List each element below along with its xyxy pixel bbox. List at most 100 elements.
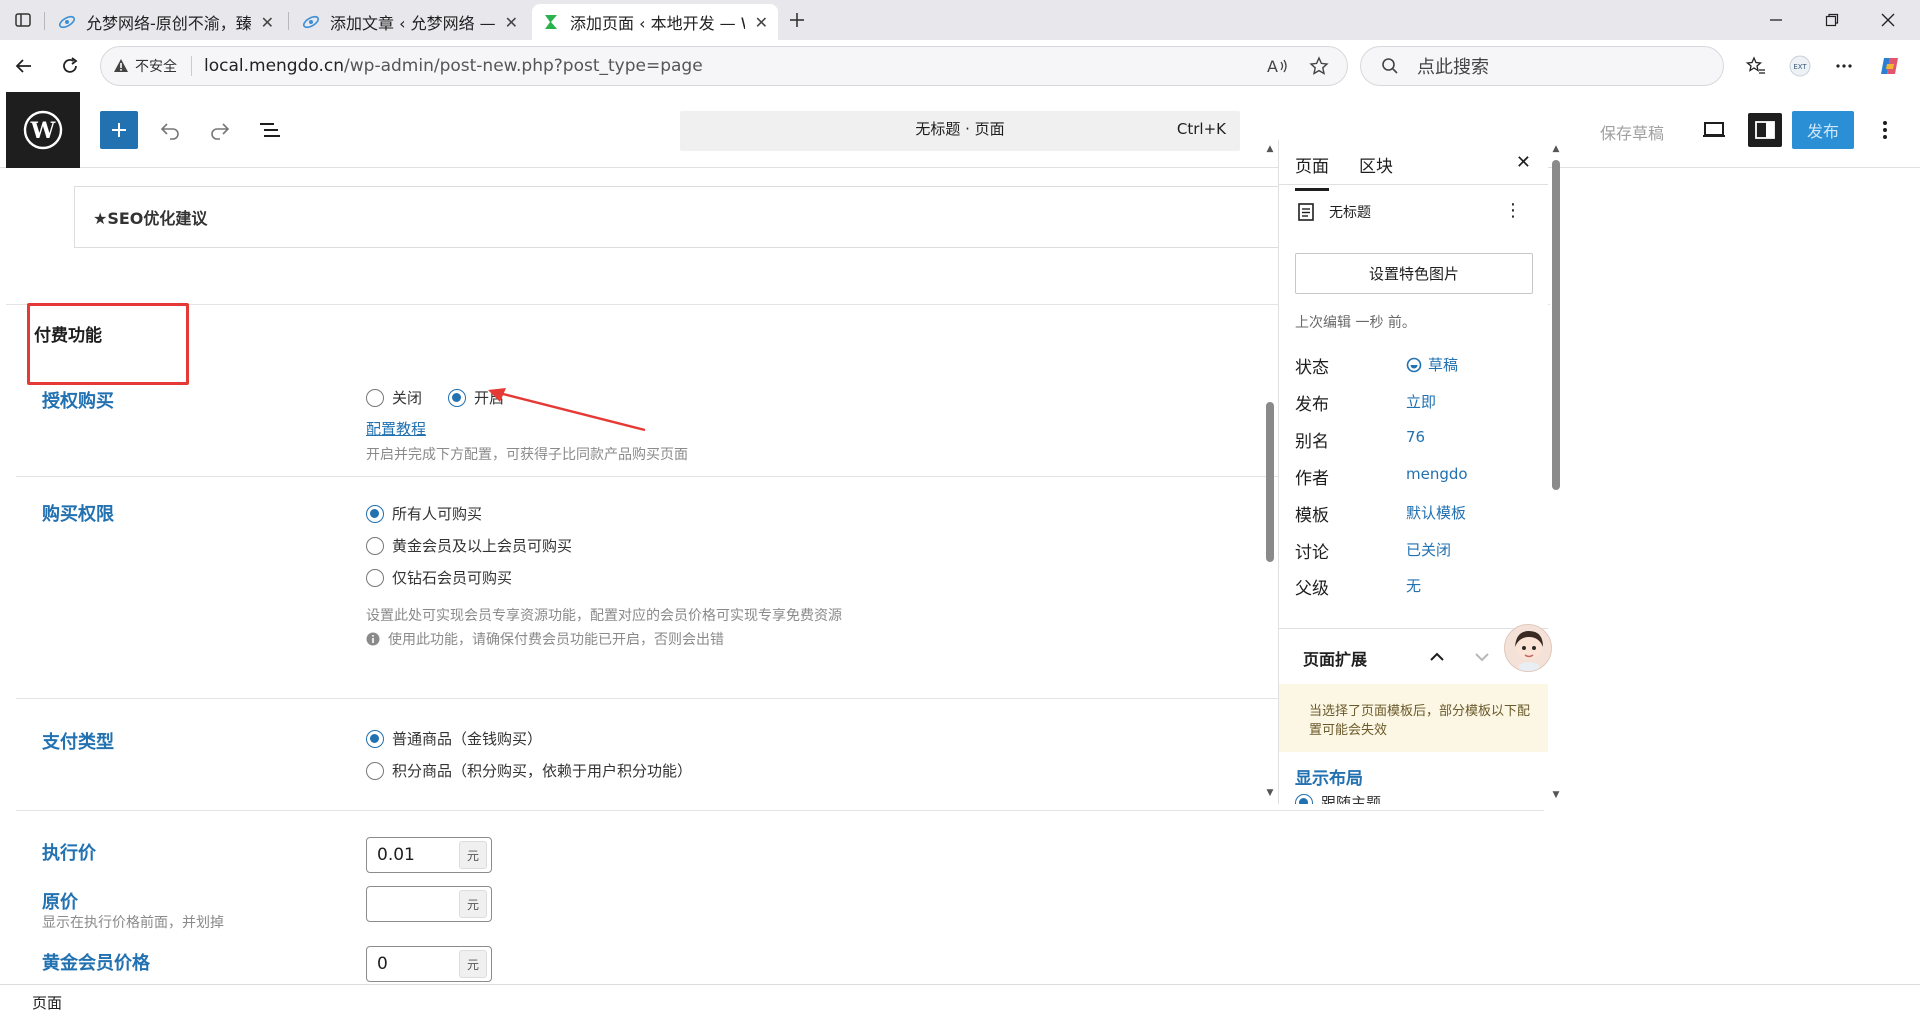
tab-page[interactable]: 页面 [1295,152,1329,191]
draft-status-icon [1406,357,1422,372]
command-palette-bar[interactable]: 无标题 · 页面 Ctrl+K [680,111,1240,151]
read-aloud-icon[interactable]: A [1267,56,1289,80]
content-scrollbar[interactable]: ▲ ▼ [1264,140,1276,802]
radio-checked-icon [1295,793,1313,804]
close-window-icon[interactable] [1876,8,1900,32]
highlight-annotation-box [27,303,189,385]
price-input[interactable]: 0.01 元 [366,837,492,873]
search-icon [1382,58,1398,74]
address-bar[interactable]: 不安全 local.mengdo.cn /wp-admin/post-new.p… [100,46,1348,86]
config-tutorial-link[interactable]: 配置教程 [366,418,426,439]
preview-icon[interactable] [1699,115,1729,145]
tab-separator [288,12,289,30]
breadcrumb-page[interactable]: 页面 [32,992,62,1013]
parent-value[interactable]: 无 [1406,575,1421,596]
scroll-down-icon[interactable]: ▼ [1264,788,1276,798]
info-icon [366,632,380,646]
template-key: 模板 [1295,506,1329,526]
original-price-input[interactable]: 元 [366,886,492,922]
close-tab-icon[interactable]: ✕ [505,13,518,32]
back-icon[interactable] [10,52,38,80]
restore-icon[interactable] [1820,8,1844,32]
scroll-down-icon[interactable]: ▼ [1550,790,1562,800]
permission-everyone-radio[interactable]: 所有人可购买 [366,503,482,524]
more-options-icon[interactable] [1830,52,1858,80]
url-host: local.mengdo.cn [204,56,345,76]
doc-actions-kebab-icon[interactable]: ⋮ [1504,200,1522,221]
close-tab-icon[interactable]: ✕ [755,13,768,32]
copilot-icon[interactable] [1876,52,1904,80]
undo-icon[interactable] [155,115,185,145]
gold-price-value: 0 [377,954,388,974]
extension-icon[interactable]: EXT [1786,52,1814,80]
author-value[interactable]: mengdo [1406,465,1468,483]
permission-diamond-radio[interactable]: 仅钻石会员可购买 [366,567,512,588]
redo-icon[interactable] [205,115,235,145]
scrollbar-thumb[interactable] [1552,160,1560,490]
doc-title: 无标题 [1329,205,1371,221]
add-block-button[interactable] [100,111,138,149]
browser-tab-2[interactable]: 添加文章 ‹ 允梦网络 — WordPress ✕ [292,4,528,40]
extension-down-icon[interactable] [1471,646,1493,668]
radio-label: 黄金会员及以上会员可购买 [392,537,573,555]
authorize-off-radio[interactable]: 关闭 [366,387,422,408]
close-sidebar-icon[interactable]: ✕ [1516,152,1531,173]
set-featured-image-button[interactable]: 设置特色图片 [1295,253,1533,294]
currency-unit: 元 [459,950,487,978]
tab-title: 添加页面 ‹ 本地开发 — WordPress [570,14,745,33]
document-overview-icon[interactable] [255,115,285,145]
browser-tab-1[interactable]: 允梦网络-原创不渝，臻求尽美! ✕ [48,4,284,40]
sidebar-scrollbar[interactable]: ▲ ▼ [1550,140,1562,804]
browser-tab-3-active[interactable]: 添加页面 ‹ 本地开发 — WordPress ✕ [532,4,778,40]
new-tab-icon[interactable] [784,7,810,33]
permission-warning: 使用此功能，请确保付费会员功能已开启，否则会出错 [366,629,724,649]
layout-follow-theme-radio[interactable]: 跟随主题 [1295,792,1381,804]
favorites-icon[interactable] [1742,52,1770,80]
scrollbar-thumb[interactable] [1266,402,1274,562]
tab-separator [44,12,45,30]
tab-block[interactable]: 区块 [1359,152,1393,177]
document-title: 无标题 · 页面 [915,120,1005,138]
scroll-up-icon[interactable]: ▲ [1550,144,1562,154]
authorize-purchase-label: 授权购买 [42,391,114,412]
options-kebab-icon[interactable] [1870,115,1900,145]
browser-search-box[interactable]: 点此搜索 [1360,46,1724,86]
price-label: 执行价 [42,843,96,864]
parent-key: 父级 [1295,579,1329,599]
refresh-icon[interactable] [56,52,84,80]
page-icon [1298,203,1314,221]
discussion-value[interactable]: 已关闭 [1406,539,1451,560]
gold-member-price-label: 黄金会员价格 [42,953,150,974]
pay-type-points-radio[interactable]: 积分商品（积分购买，依赖于用户积分功能） [366,760,692,781]
radio-checked-icon [366,729,384,748]
insecure-label: 不安全 [135,59,177,75]
extension-up-icon[interactable] [1426,646,1448,668]
permission-gold-radio[interactable]: 黄金会员及以上会员可购买 [366,535,572,556]
template-value[interactable]: 默认模板 [1406,502,1466,523]
settings-sidebar: 页面 区块 ✕ 无标题 ⋮ 设置特色图片 上次编辑 一秒 前。 状态 草稿 发布… [1278,140,1548,804]
gold-price-input[interactable]: 0 元 [366,946,492,982]
editor-header: W 无标题 · 页面 Ctrl+K 保存草稿 发布 [0,92,1920,168]
close-tab-icon[interactable]: ✕ [261,13,274,32]
save-draft-button[interactable]: 保存草稿 [1600,120,1664,144]
favorite-star-icon[interactable] [1309,56,1329,80]
tab-actions-icon[interactable] [10,7,36,33]
warning-icon [114,59,128,72]
original-price-label: 原价 [42,892,78,913]
scroll-up-icon[interactable]: ▲ [1264,144,1276,154]
wordpress-logo-icon[interactable]: W [6,92,80,168]
radio-label: 仅钻石会员可购买 [392,569,513,587]
settings-sidebar-icon[interactable] [1748,113,1782,147]
divider [1279,628,1548,629]
tab-title: 允梦网络-原创不渝，臻求尽美! [86,14,251,33]
minimize-icon[interactable] [1764,8,1788,32]
publish-button[interactable]: 发布 [1792,111,1854,149]
insecure-indicator[interactable]: 不安全 [113,56,177,76]
assistant-avatar[interactable] [1504,624,1552,672]
slug-value[interactable]: 76 [1406,428,1425,446]
site-favicon-icon [545,15,557,29]
status-value[interactable]: 草稿 [1406,354,1458,375]
publish-value[interactable]: 立即 [1406,391,1436,412]
template-notice: 当选择了页面模板后，部分模板以下配置可能会失效 [1279,684,1548,752]
pay-type-money-radio[interactable]: 普通商品（金钱购买） [366,728,542,749]
